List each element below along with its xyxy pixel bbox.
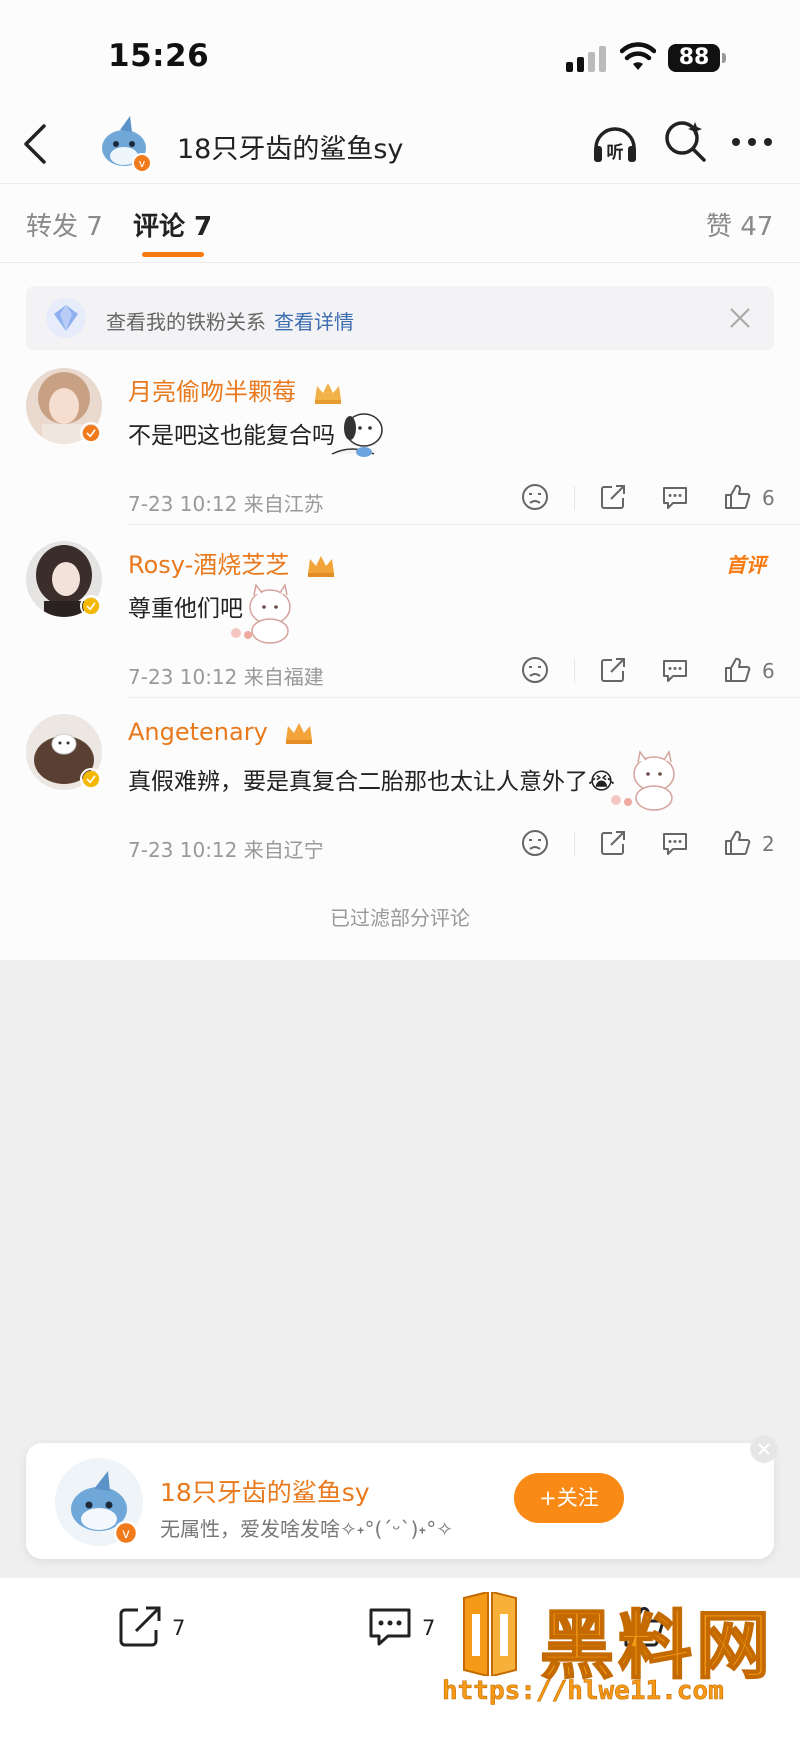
share-icon[interactable] bbox=[598, 655, 628, 685]
tab-comment[interactable]: 评论 7 bbox=[133, 206, 212, 243]
repost-count: 7 bbox=[172, 1616, 186, 1640]
verified-badge-icon bbox=[80, 768, 102, 790]
like-count: 6 bbox=[762, 486, 775, 510]
reply-bubble-icon[interactable] bbox=[660, 482, 690, 512]
battery-indicator: 88 bbox=[668, 44, 726, 72]
thumbs-up-icon[interactable] bbox=[722, 655, 752, 685]
wifi-icon bbox=[620, 42, 656, 70]
diamond-badge-icon bbox=[46, 298, 86, 338]
share-icon[interactable] bbox=[598, 828, 628, 858]
filtered-comments-note: 已过滤部分评论 bbox=[330, 906, 470, 930]
reply-bubble-icon[interactable] bbox=[660, 655, 690, 685]
comment-meta: 7-23 10:12 来自江苏 bbox=[128, 492, 324, 516]
comment-meta: 7-23 10:12 来自辽宁 bbox=[128, 838, 324, 862]
verified-badge-icon bbox=[80, 595, 102, 617]
comment-author[interactable]: Rosy-酒烧芝芝 bbox=[128, 545, 337, 580]
comment-author-name: Rosy-酒烧芝芝 bbox=[128, 551, 290, 579]
comment-text: 不是吧这也能复合吗 bbox=[128, 423, 335, 449]
comment-author-name: 月亮偷吻半颗莓 bbox=[128, 378, 296, 406]
action-divider bbox=[574, 486, 575, 510]
verified-badge-fill bbox=[82, 424, 100, 442]
comment-item: 月亮偷吻半颗莓 不是吧这也能复合吗 7-23 10:12 来自江苏 6 bbox=[0, 368, 800, 538]
verified-badge-icon bbox=[80, 422, 102, 444]
first-comment-badge: 首评 bbox=[726, 553, 766, 577]
comment-text: 真假难辨，要是真复合二胎那也太让人意外了😭 bbox=[128, 769, 615, 795]
follow-button[interactable]: +关注 bbox=[514, 1473, 624, 1523]
comment-item: Rosy-酒烧芝芝 首评 尊重他们吧 7-23 10:12 来自福建 6 bbox=[0, 541, 800, 711]
comment-divider bbox=[128, 697, 800, 698]
fan-banner-link[interactable]: 查看详情 bbox=[274, 310, 354, 334]
more-options-icon[interactable] bbox=[730, 130, 774, 154]
repost-icon bbox=[119, 1606, 161, 1647]
comment-actions: 2 bbox=[520, 828, 780, 862]
action-divider bbox=[574, 659, 575, 683]
fan-banner-label: 查看我的铁粉关系 bbox=[106, 310, 266, 334]
nav-divider bbox=[0, 183, 800, 184]
verified-badge-fill bbox=[82, 770, 100, 788]
fan-crown-icon bbox=[314, 383, 341, 404]
cellular-signal-icon bbox=[566, 46, 606, 72]
dislike-face-icon[interactable] bbox=[520, 655, 550, 685]
follow-card: v 18只牙齿的鲨鱼sy 无属性，爱发啥发啥✧˖°(ˊᵕˋ)˖°✧ +关注 bbox=[26, 1435, 778, 1559]
page-title: 18只牙齿的鲨鱼sy bbox=[177, 134, 404, 165]
comment-author[interactable]: 月亮偷吻半颗莓 bbox=[128, 372, 344, 407]
dislike-face-icon[interactable] bbox=[520, 828, 550, 858]
comment-meta: 7-23 10:12 来自福建 bbox=[128, 665, 324, 689]
thumbs-up-icon[interactable] bbox=[722, 482, 752, 512]
pochacco-sticker-icon bbox=[331, 413, 383, 457]
fan-relation-banner[interactable]: 查看我的铁粉关系 查看详情 bbox=[26, 286, 774, 350]
close-icon[interactable] bbox=[750, 1435, 778, 1463]
watermark-logo-icon bbox=[463, 1592, 517, 1676]
dislike-face-icon[interactable] bbox=[520, 482, 550, 512]
comment-actions: 6 bbox=[520, 655, 780, 689]
status-time: 15:26 bbox=[108, 38, 210, 74]
fan-crown-icon bbox=[286, 723, 313, 744]
svg-text:v: v bbox=[139, 157, 146, 170]
like-count: 2 bbox=[762, 832, 775, 856]
listen-headphones-icon[interactable]: 听 bbox=[590, 118, 640, 168]
like-count: 6 bbox=[762, 659, 775, 683]
share-icon[interactable] bbox=[598, 482, 628, 512]
follow-card-description: 无属性，爱发啥发啥✧˖°(ˊᵕˋ)˖°✧ bbox=[160, 1517, 453, 1541]
comment-actions: 6 bbox=[520, 482, 780, 516]
reply-bubble-icon[interactable] bbox=[660, 828, 690, 858]
fan-crown-icon bbox=[307, 556, 334, 577]
cat-sticker-icon bbox=[231, 583, 291, 644]
comment-count: 7 bbox=[422, 1616, 436, 1640]
tab-repost[interactable]: 转发 7 bbox=[26, 206, 103, 243]
tab-like[interactable]: 赞 47 bbox=[706, 206, 773, 243]
thumbs-up-icon[interactable] bbox=[722, 828, 752, 858]
comment-author-name: Angetenary bbox=[128, 718, 268, 746]
fan-banner-text: 查看我的铁粉关系 查看详情 bbox=[106, 306, 354, 335]
follow-card-name[interactable]: 18只牙齿的鲨鱼sy bbox=[160, 1473, 370, 1509]
verified-badge-fill bbox=[82, 597, 100, 615]
watermark-url: https://hlwe11.com bbox=[442, 1676, 724, 1707]
action-divider bbox=[574, 832, 575, 856]
close-icon[interactable] bbox=[726, 304, 754, 332]
search-icon[interactable] bbox=[662, 118, 708, 164]
shark-avatar[interactable]: v bbox=[54, 1457, 144, 1547]
active-tab-indicator bbox=[142, 252, 204, 257]
back-arrow-icon[interactable] bbox=[18, 122, 54, 166]
listen-label: 听 bbox=[607, 142, 624, 163]
shark-avatar[interactable]: v bbox=[92, 110, 156, 174]
svg-text:v: v bbox=[122, 1527, 130, 1542]
comment-icon bbox=[369, 1608, 411, 1646]
comment-author[interactable]: Angetenary bbox=[128, 718, 315, 746]
cat-sticker-icon bbox=[611, 750, 675, 811]
comment-item: Angetenary 真假难辨，要是真复合二胎那也太让人意外了😭 7-23 10… bbox=[0, 714, 800, 884]
tab-divider bbox=[0, 262, 800, 263]
comment-divider bbox=[128, 524, 800, 525]
